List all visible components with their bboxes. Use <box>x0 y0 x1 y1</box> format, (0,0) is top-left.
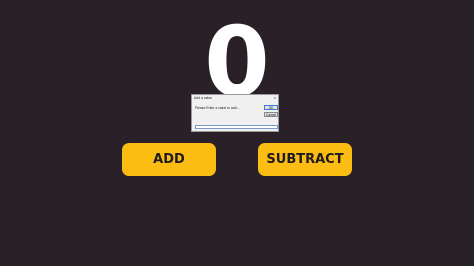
ok-button[interactable]: OK <box>264 105 278 110</box>
dialog-title: Add a value <box>194 96 212 100</box>
add-button[interactable]: ADD <box>122 143 216 176</box>
subtract-button[interactable]: SUBTRACT <box>258 143 352 176</box>
dialog-message: Please Enter a value to add... <box>195 106 240 110</box>
counter-app: 0 ADD SUBTRACT Add a value × Please Ente… <box>0 0 474 266</box>
prompt-dialog: Add a value × Please Enter a value to ad… <box>191 94 279 132</box>
close-icon[interactable]: × <box>274 95 276 100</box>
value-input[interactable] <box>195 125 278 129</box>
cancel-button[interactable]: Cancel <box>264 112 278 117</box>
